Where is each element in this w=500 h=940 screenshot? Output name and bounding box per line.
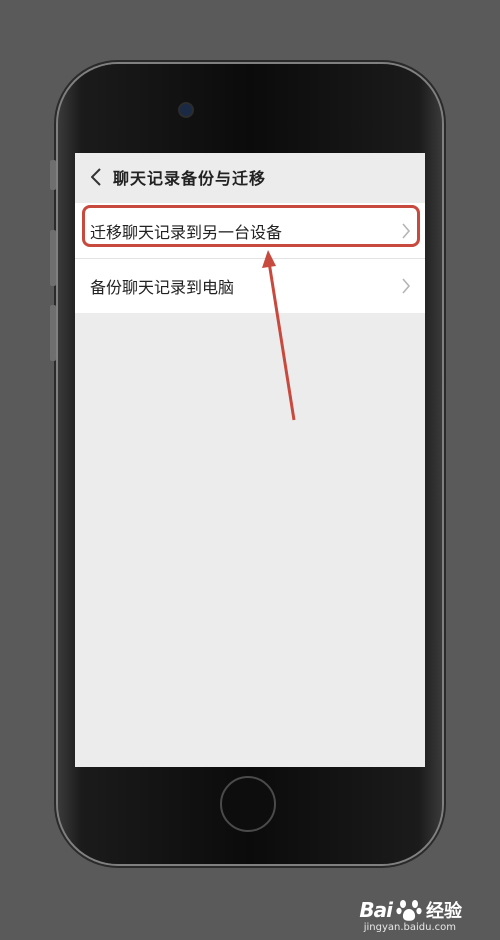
chevron-left-icon xyxy=(91,168,101,186)
navigation-bar: 聊天记录备份与迁移 xyxy=(75,153,425,201)
back-button[interactable] xyxy=(79,153,113,201)
watermark-url: jingyan.baidu.com xyxy=(363,922,456,933)
page-title: 聊天记录备份与迁移 xyxy=(113,169,267,188)
watermark-brand-left: Bai xyxy=(359,898,393,922)
volume-down-button xyxy=(50,305,56,361)
home-button xyxy=(220,776,276,832)
front-camera xyxy=(180,104,192,116)
paw-logo-icon xyxy=(396,900,422,921)
list-item-label: 备份聊天记录到电脑 xyxy=(90,278,235,297)
backup-to-computer-item[interactable]: 备份聊天记录到电脑 xyxy=(75,258,425,313)
watermark: Bai 经验 xyxy=(359,897,462,923)
chevron-right-icon xyxy=(402,278,411,294)
mute-switch xyxy=(50,160,56,190)
highlight-box xyxy=(82,205,420,247)
watermark-brand-right: 经验 xyxy=(426,901,462,922)
volume-up-button xyxy=(50,230,56,286)
